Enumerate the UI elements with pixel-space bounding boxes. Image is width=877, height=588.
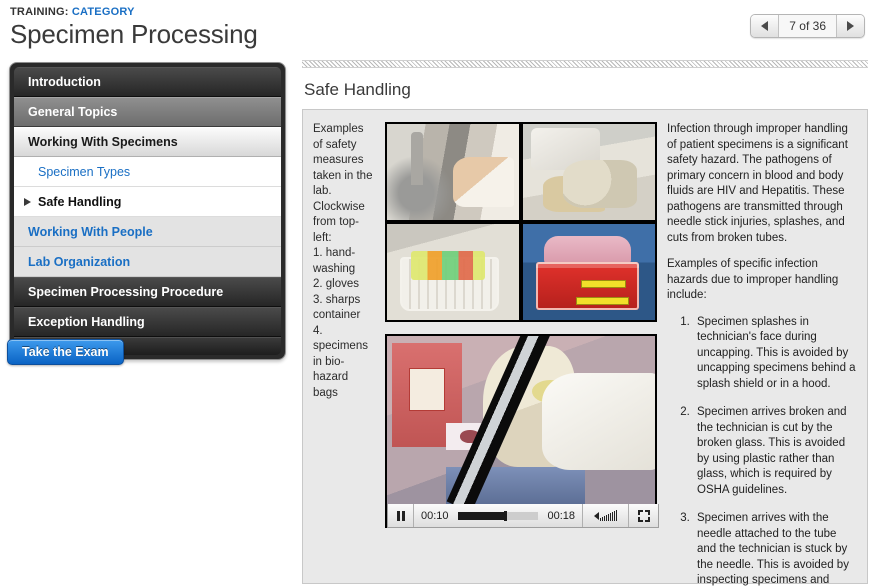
photo-sharps-container xyxy=(523,224,655,320)
take-exam-button[interactable]: Take the Exam xyxy=(7,339,124,365)
list-item: Specimen splashes in technician's face d… xyxy=(693,315,857,393)
next-page-button[interactable] xyxy=(836,15,864,37)
sidebar-item-general-topics[interactable]: General Topics xyxy=(14,97,281,127)
paragraph-infection-overview: Infection through improper handling of p… xyxy=(667,123,848,244)
sidebar-item-label: Specimen Processing Procedure xyxy=(28,285,224,299)
video-lab-coat-sleeve xyxy=(542,372,655,471)
sidebar-item-safe-handling[interactable]: Safe Handling xyxy=(14,187,281,217)
volume-level-bars xyxy=(600,510,617,521)
sidebar-item-label: Specimen Types xyxy=(38,164,131,179)
sidebar-item-exception-handling[interactable]: Exception Handling xyxy=(14,307,281,337)
sidebar-item-specimen-processing-procedure[interactable]: Specimen Processing Procedure xyxy=(14,277,281,307)
sidebar-item-label: Working With People xyxy=(28,224,153,239)
triangle-left-icon xyxy=(761,21,769,31)
sidebar-item-label: Exception Handling xyxy=(28,315,145,329)
photo-hand-washing xyxy=(387,124,519,220)
current-time-label: 00:10 xyxy=(421,509,449,522)
sidebar-item-label: Lab Organization xyxy=(28,254,131,269)
progress-scrubber-handle[interactable] xyxy=(503,510,507,521)
sidebar-item-working-with-people[interactable]: Working With People xyxy=(14,217,281,247)
hazard-list: Specimen splashes in technician's face d… xyxy=(667,315,857,588)
video-controls: 00:10 00:18 xyxy=(387,504,659,528)
breadcrumb: TRAINING: CATEGORY xyxy=(10,6,258,18)
section-title: Safe Handling xyxy=(304,80,411,99)
previous-page-button[interactable] xyxy=(751,15,780,37)
pause-icon xyxy=(396,510,405,521)
pause-button[interactable] xyxy=(388,504,414,527)
sidebar-item-specimen-types[interactable]: Specimen Types xyxy=(14,157,281,187)
sidebar-item-lab-organization[interactable]: Lab Organization xyxy=(14,247,281,277)
video-frame[interactable] xyxy=(387,336,655,504)
lesson-text: Infection through improper handling of p… xyxy=(667,122,857,586)
sharps-label-secondary-icon xyxy=(575,296,629,305)
sidebar-item-label: Introduction xyxy=(28,75,101,89)
photo-biohazard-bags xyxy=(387,224,519,320)
list-item: Specimen arrives with the needle attache… xyxy=(693,511,857,588)
photo-caption: Examples of safety measures taken in the… xyxy=(313,123,373,399)
triangle-right-icon xyxy=(847,21,854,31)
sidebar-item-label: General Topics xyxy=(28,105,118,119)
volume-icon xyxy=(594,511,599,520)
duration-label: 00:18 xyxy=(547,509,575,522)
content-column: Safe Handling Examples of safety measure… xyxy=(302,60,868,586)
sidebar-item-introduction[interactable]: Introduction xyxy=(14,67,281,97)
media-column: 00:10 00:18 xyxy=(385,122,659,573)
progress-track xyxy=(457,510,539,521)
sidebar-item-label: Safe Handling xyxy=(38,194,122,209)
video-player: 00:10 00:18 xyxy=(385,334,659,528)
sidebar-item-working-with-specimens[interactable]: Working With Specimens xyxy=(14,127,281,157)
current-page-marker-icon xyxy=(24,197,31,206)
breadcrumb-category-link[interactable]: CATEGORY xyxy=(72,6,135,18)
sharps-label-icon xyxy=(581,279,626,289)
video-progress-bar[interactable] xyxy=(456,504,541,527)
progress-fill xyxy=(457,511,504,520)
fullscreen-button[interactable] xyxy=(628,504,658,527)
volume-button[interactable] xyxy=(582,504,628,527)
photo-gloves xyxy=(523,124,655,220)
nav-list: Introduction General Topics Working With… xyxy=(14,67,281,355)
pagination-control: 7 of 36 xyxy=(750,14,865,38)
photo-grid xyxy=(385,122,657,322)
breadcrumb-training-label: TRAINING: xyxy=(10,6,69,18)
paragraph-hazard-intro: Examples of specific infection hazards d… xyxy=(667,258,839,301)
course-navigation-sidebar: Introduction General Topics Working With… xyxy=(9,62,286,360)
training-page: TRAINING: CATEGORY Specimen Processing 7… xyxy=(0,0,877,588)
page-header: TRAINING: CATEGORY Specimen Processing xyxy=(10,6,258,50)
hatched-divider xyxy=(302,60,868,68)
fullscreen-icon xyxy=(637,509,650,522)
lesson-panel: Examples of safety measures taken in the… xyxy=(302,109,868,586)
page-position-label: 7 of 36 xyxy=(779,15,836,37)
page-title: Specimen Processing xyxy=(10,19,258,49)
sidebar-item-label: Working With Specimens xyxy=(28,135,178,149)
list-item: Specimen arrives broken and the technici… xyxy=(693,405,857,498)
